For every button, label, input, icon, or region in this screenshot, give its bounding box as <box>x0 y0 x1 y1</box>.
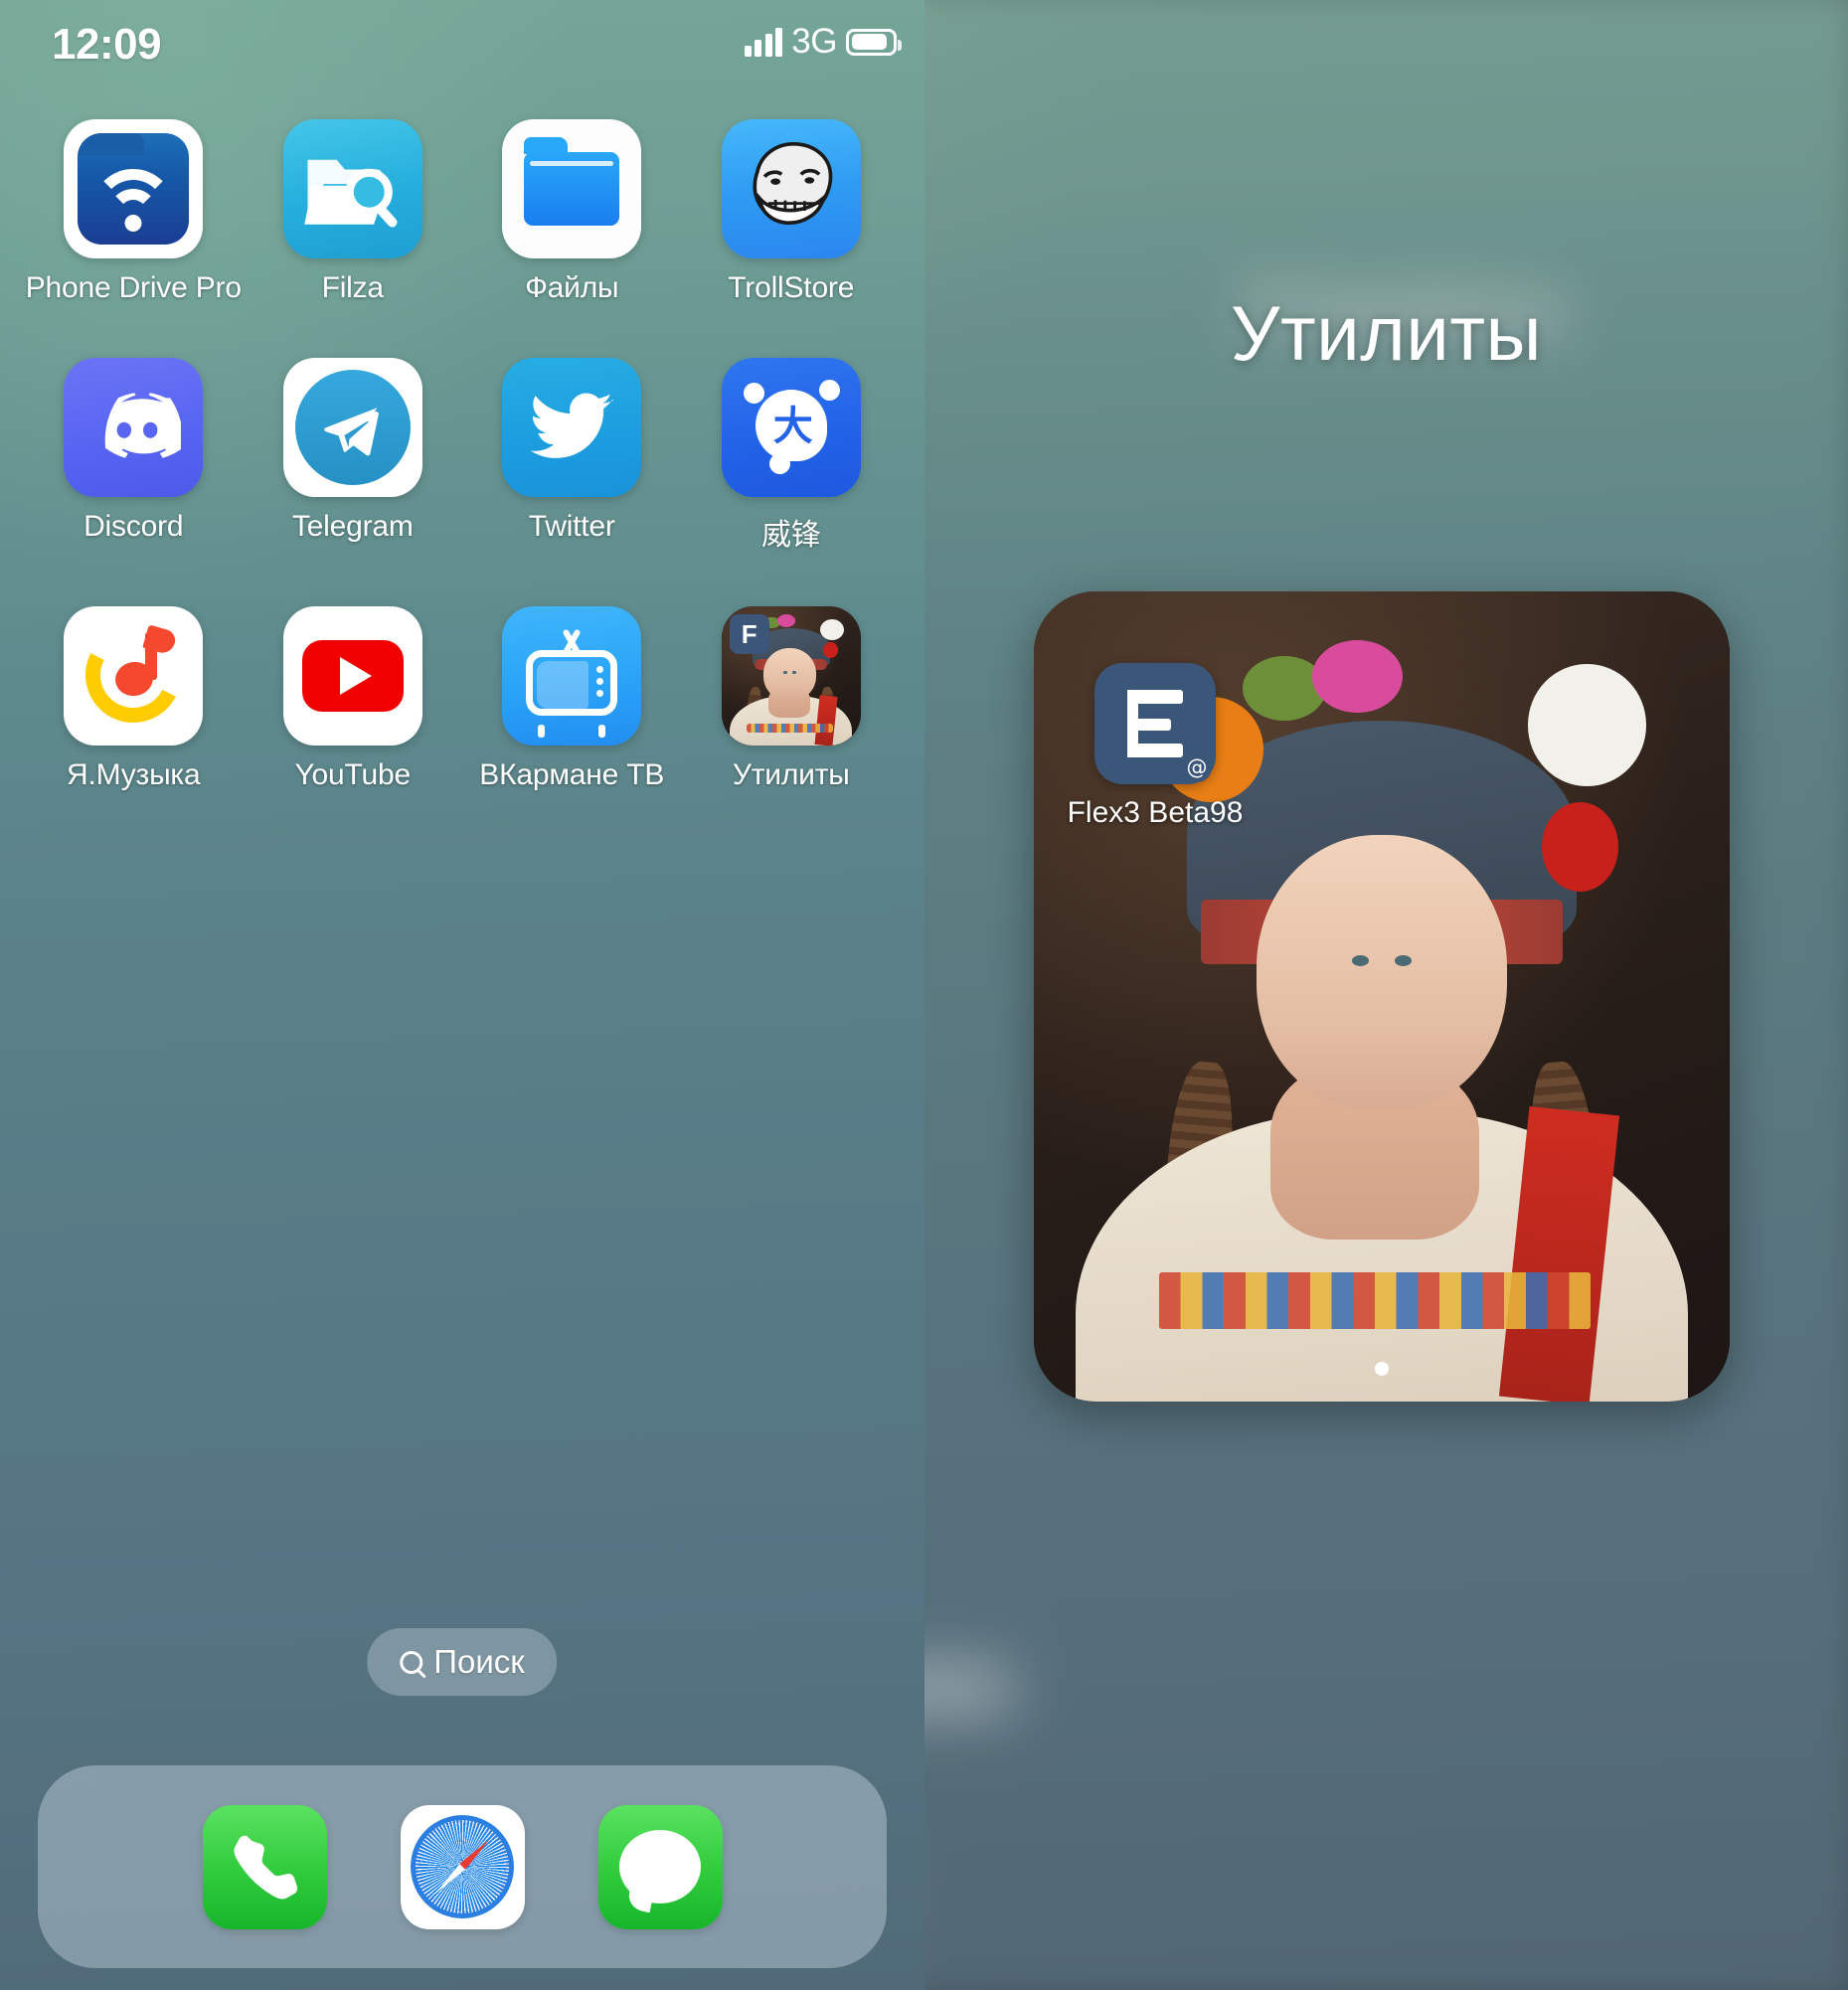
yandex-music-icon <box>64 606 204 746</box>
iphone-home-screen: 12:09 3G Phone Drive Pro Filza Файлы TrollS… <box>0 0 1848 1990</box>
app-trollstore[interactable]: TrollStore <box>687 119 896 305</box>
app-twitter[interactable]: Twitter <box>467 358 676 554</box>
trollstore-icon <box>721 119 861 258</box>
app-label: Утилиты <box>732 758 850 791</box>
app-telegram[interactable]: Telegram <box>249 358 457 554</box>
weiphone-icon: 大 <box>721 358 861 497</box>
app-weiphone[interactable]: 大威锋 <box>687 358 896 554</box>
phone-icon <box>234 1835 298 1900</box>
open-folder-title[interactable]: Утилиты <box>1231 288 1542 379</box>
app-label: Phone Drive Pro <box>25 271 242 304</box>
folder-page-dots[interactable] <box>1375 1362 1389 1376</box>
network-type-label: 3G <box>791 22 837 61</box>
messages-bubble-icon <box>619 1830 701 1904</box>
battery-icon <box>846 28 902 56</box>
twitter-icon <box>502 358 642 497</box>
app-label: Twitter <box>528 510 615 543</box>
search-label: Поиск <box>433 1643 525 1680</box>
app-grid: Phone Drive Pro Filza Файлы TrollStore Disco… <box>24 119 901 792</box>
app-label: Filza <box>321 271 385 304</box>
app-label: Discord <box>84 510 184 543</box>
utilities-folder-icon: F <box>721 606 861 746</box>
discord-icon <box>64 358 204 497</box>
status-icons: 3G <box>744 22 902 62</box>
status-bar: 12:09 3G <box>0 0 924 91</box>
dock-item-messages[interactable] <box>597 1804 723 1929</box>
filza-icon <box>282 119 422 258</box>
app-vkarmane-tv[interactable]: ВКармане ТВ <box>467 606 676 792</box>
signal-bars-icon <box>744 27 783 57</box>
flex3-icon: @ <box>1094 663 1216 784</box>
youtube-icon <box>282 606 422 746</box>
app-label: TrollStore <box>728 271 855 304</box>
vkarmane-tv-icon <box>502 606 642 746</box>
search-icon <box>400 1650 423 1674</box>
safari-compass-icon <box>411 1815 514 1918</box>
folder-app-flex3[interactable]: @ Flex3 Beta98 <box>1068 663 1243 830</box>
app-label: YouTube <box>294 758 412 791</box>
app-phone-drive-pro[interactable]: Phone Drive Pro <box>26 119 242 305</box>
dock <box>38 1765 887 1968</box>
open-folder-container: @ Flex3 Beta98 <box>1034 591 1730 1402</box>
app-youtube[interactable]: YouTube <box>249 606 457 792</box>
app-discord[interactable]: Discord <box>29 358 238 554</box>
folder-app-label: Flex3 Beta98 <box>1067 796 1244 829</box>
app-label: ВКармане ТВ <box>479 758 665 791</box>
clock: 12:09 <box>52 20 162 69</box>
app-yandex-music[interactable]: Я.Музыка <box>29 606 238 792</box>
app-label: Я.Музыка <box>66 758 201 791</box>
app-utilities-folder[interactable]: F Утилиты <box>687 606 896 792</box>
search-pill[interactable]: Поиск <box>367 1628 558 1696</box>
files-icon <box>502 119 642 258</box>
dock-item-phone[interactable] <box>202 1804 327 1929</box>
open-folder-overlay: Утилиты @ Flex3 Beta98 <box>924 0 1848 1990</box>
phone-drive-pro-icon <box>64 119 204 258</box>
telegram-icon <box>282 358 422 497</box>
app-label: Файлы <box>525 271 619 304</box>
dock-item-safari[interactable] <box>400 1804 525 1929</box>
app-files[interactable]: Файлы <box>467 119 676 305</box>
flex3-mini-icon: F <box>729 614 769 654</box>
app-label: 威锋 <box>760 519 821 552</box>
at-badge-icon: @ <box>1182 752 1212 782</box>
app-filza[interactable]: Filza <box>249 119 457 305</box>
app-label: Telegram <box>291 510 414 543</box>
home-screen-pane: 12:09 3G Phone Drive Pro Filza Файлы TrollS… <box>0 0 924 1990</box>
